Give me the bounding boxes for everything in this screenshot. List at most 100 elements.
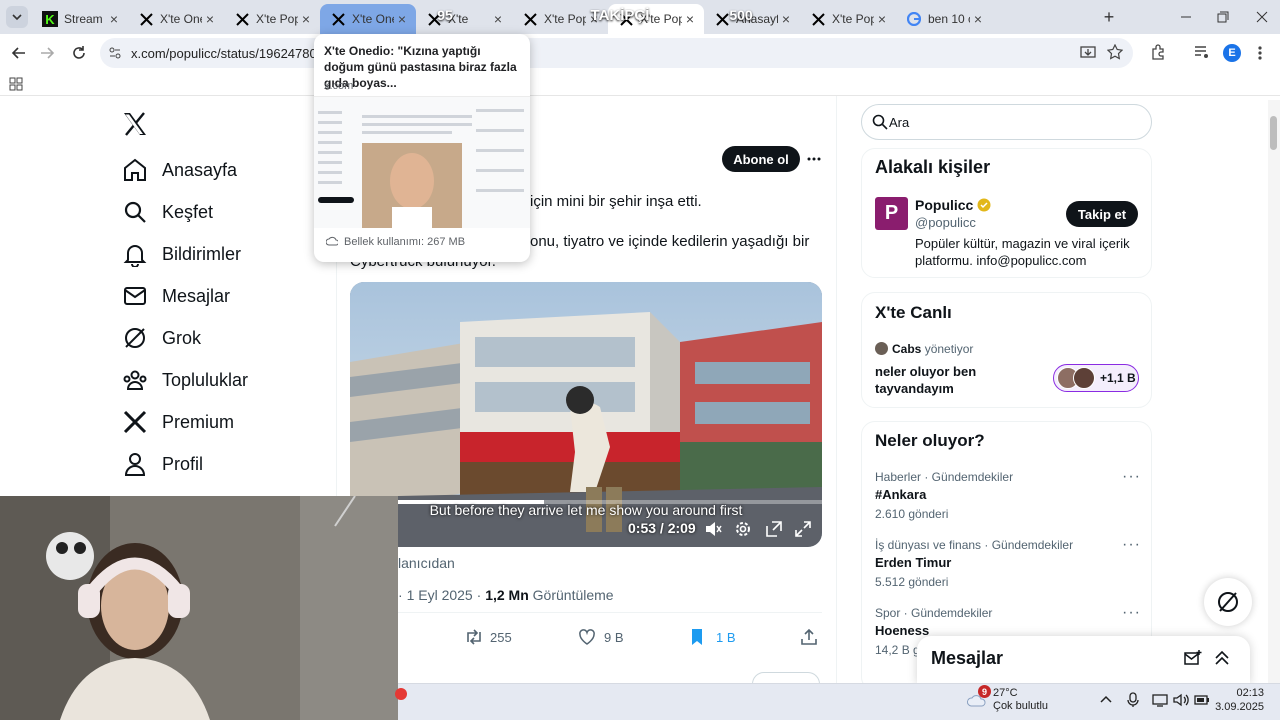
person-icon	[122, 451, 148, 477]
live-title: X'te Canlı	[875, 303, 952, 322]
populicc-name-row[interactable]: Populicc	[915, 197, 991, 213]
mute-icon[interactable]	[704, 520, 722, 538]
network-icon[interactable]	[1152, 692, 1168, 708]
sidebar-item-person[interactable]: Profil	[122, 446, 203, 482]
sidebar-item-label: Anasayfa	[162, 159, 238, 180]
trend-more-icon[interactable]: ···	[1122, 536, 1141, 554]
tab-label: X'te One	[160, 12, 202, 26]
weather-temp[interactable]: 27°C	[993, 687, 1018, 699]
close-tab-icon[interactable]: ×	[298, 11, 314, 27]
tweet-date[interactable]: 1 Eyl 2025	[407, 587, 473, 603]
close-tab-icon[interactable]: ×	[970, 11, 986, 27]
close-tab-icon[interactable]: ×	[394, 11, 410, 27]
expand-drawer-icon[interactable]	[1214, 650, 1230, 666]
close-tab-icon[interactable]: ×	[106, 11, 122, 27]
video-time: 0:53 / 2:09	[628, 520, 696, 536]
browser-tab[interactable]: ben 10 c ×	[896, 4, 992, 34]
retweet-button[interactable]: 255	[464, 628, 512, 646]
new-message-icon[interactable]	[1184, 650, 1202, 666]
bookmark-star-icon[interactable]	[1107, 44, 1123, 60]
stream-overlay-label: TAKİPÇİ	[590, 6, 650, 24]
weather-badge: 9	[978, 685, 991, 698]
windows-taskbar	[398, 683, 1280, 720]
close-tab-icon[interactable]: ×	[490, 11, 506, 27]
page-scrollbar[interactable]	[1268, 100, 1280, 683]
close-window-button[interactable]	[1252, 8, 1272, 26]
populicc-avatar[interactable]: P	[875, 197, 908, 230]
back-button[interactable]	[6, 40, 32, 66]
browser-tab[interactable]: X'te Pop ×	[800, 4, 896, 34]
communities-icon	[122, 367, 148, 393]
kick-favicon-icon: K	[42, 11, 58, 27]
close-tab-icon[interactable]: ×	[202, 11, 218, 27]
restore-button[interactable]	[1212, 8, 1232, 26]
populicc-name[interactable]: Populicc	[915, 197, 973, 213]
browser-tab[interactable]: X'te Pop ×	[224, 4, 320, 34]
live-space-title[interactable]: neler oluyor ben tayvandayım	[875, 363, 1015, 397]
sidebar-item-home[interactable]: Anasayfa	[122, 152, 237, 188]
tab-search-button[interactable]	[6, 6, 28, 28]
sidebar-item-x-logo[interactable]: Premium	[122, 404, 234, 440]
sidebar-item-communities[interactable]: Topluluklar	[122, 362, 248, 398]
apps-grid-icon[interactable]	[9, 77, 23, 91]
settings-gear-icon[interactable]	[734, 520, 752, 538]
share-button[interactable]	[800, 628, 818, 646]
close-tab-icon[interactable]: ×	[778, 11, 794, 27]
trend-category: Spor · Gündemdekiler	[875, 606, 993, 620]
install-app-icon[interactable]	[1080, 45, 1096, 61]
populicc-handle: @populicc	[915, 215, 976, 230]
search-icon	[122, 199, 148, 225]
trend-count: 5.512 gönderi	[875, 575, 949, 589]
close-tab-icon[interactable]: ×	[874, 11, 890, 27]
trend-item[interactable]: Haberler · Gündemdekiler #Ankara 2.610 gön…	[875, 470, 1145, 521]
trend-more-icon[interactable]: ···	[1122, 604, 1141, 622]
browser-menu-icon[interactable]	[1255, 44, 1265, 62]
extensions-icon[interactable]	[1150, 44, 1166, 60]
browser-tab[interactable]: X'te One ×	[320, 4, 416, 34]
picture-in-picture-icon[interactable]	[765, 520, 783, 538]
sidebar-item-label: Topluluklar	[162, 369, 249, 390]
browser-tab[interactable]: K Stream ×	[32, 4, 128, 34]
grok-icon	[122, 325, 148, 351]
grok-floating-button[interactable]	[1204, 578, 1252, 626]
arrow-right-icon	[41, 47, 55, 59]
bookmark-button[interactable]: 1 B	[690, 628, 736, 646]
weather-desc[interactable]: Çok bulutlu	[993, 700, 1048, 712]
profile-avatar[interactable]: E	[1223, 44, 1241, 62]
x-logo-icon[interactable]	[122, 112, 148, 136]
microphone-icon[interactable]	[1127, 692, 1139, 708]
browser-tab[interactable]: X'te One ×	[128, 4, 224, 34]
battery-icon[interactable]	[1194, 692, 1210, 708]
sidebar-item-search[interactable]: Keşfet	[122, 194, 213, 230]
forward-button[interactable]	[34, 40, 60, 66]
site-info-icon[interactable]	[108, 46, 122, 60]
minimize-button[interactable]	[1176, 8, 1196, 26]
sidebar-item-mail[interactable]: Mesajlar	[122, 278, 230, 314]
like-button[interactable]: 9 B	[578, 628, 624, 646]
like-count: 9 B	[604, 629, 624, 645]
populicc-bio: Popüler kültür, magazin ve viral içerik …	[915, 236, 1130, 268]
home-icon	[122, 157, 148, 183]
reload-button[interactable]	[66, 40, 92, 66]
trend-more-icon[interactable]: ···	[1122, 468, 1141, 486]
more-options-icon[interactable]	[806, 152, 822, 166]
clock-time[interactable]: 02:13	[1218, 687, 1264, 699]
arrow-left-icon	[11, 47, 25, 59]
sidebar-item-bell[interactable]: Bildirimler	[122, 236, 241, 272]
new-tab-button[interactable]: +	[1100, 8, 1118, 26]
fullscreen-icon[interactable]	[794, 520, 812, 538]
clock-date[interactable]: 3.09.2025	[1214, 701, 1264, 713]
x-favicon-icon	[138, 11, 154, 27]
bookmark-icon	[692, 629, 702, 645]
volume-icon[interactable]	[1173, 692, 1189, 708]
tweet-meta: · 1 Eyl 2025 · 1,2 Mn Görüntüleme	[398, 587, 614, 603]
sidebar-item-grok[interactable]: Grok	[122, 320, 201, 356]
media-controls-icon[interactable]	[1194, 44, 1210, 60]
scrollbar-thumb[interactable]	[1270, 116, 1277, 150]
follow-button[interactable]: Takip et	[1066, 201, 1138, 227]
live-listeners-pill[interactable]: +1,1 B	[1053, 364, 1139, 392]
tab-preview-thumbnail	[314, 96, 530, 228]
tray-chevron-up-icon[interactable]	[1100, 694, 1112, 704]
trend-item[interactable]: İş dünyası ve finans · Gündemdekiler Erde…	[875, 538, 1145, 589]
subscribe-button[interactable]: Abone ol	[722, 146, 800, 172]
